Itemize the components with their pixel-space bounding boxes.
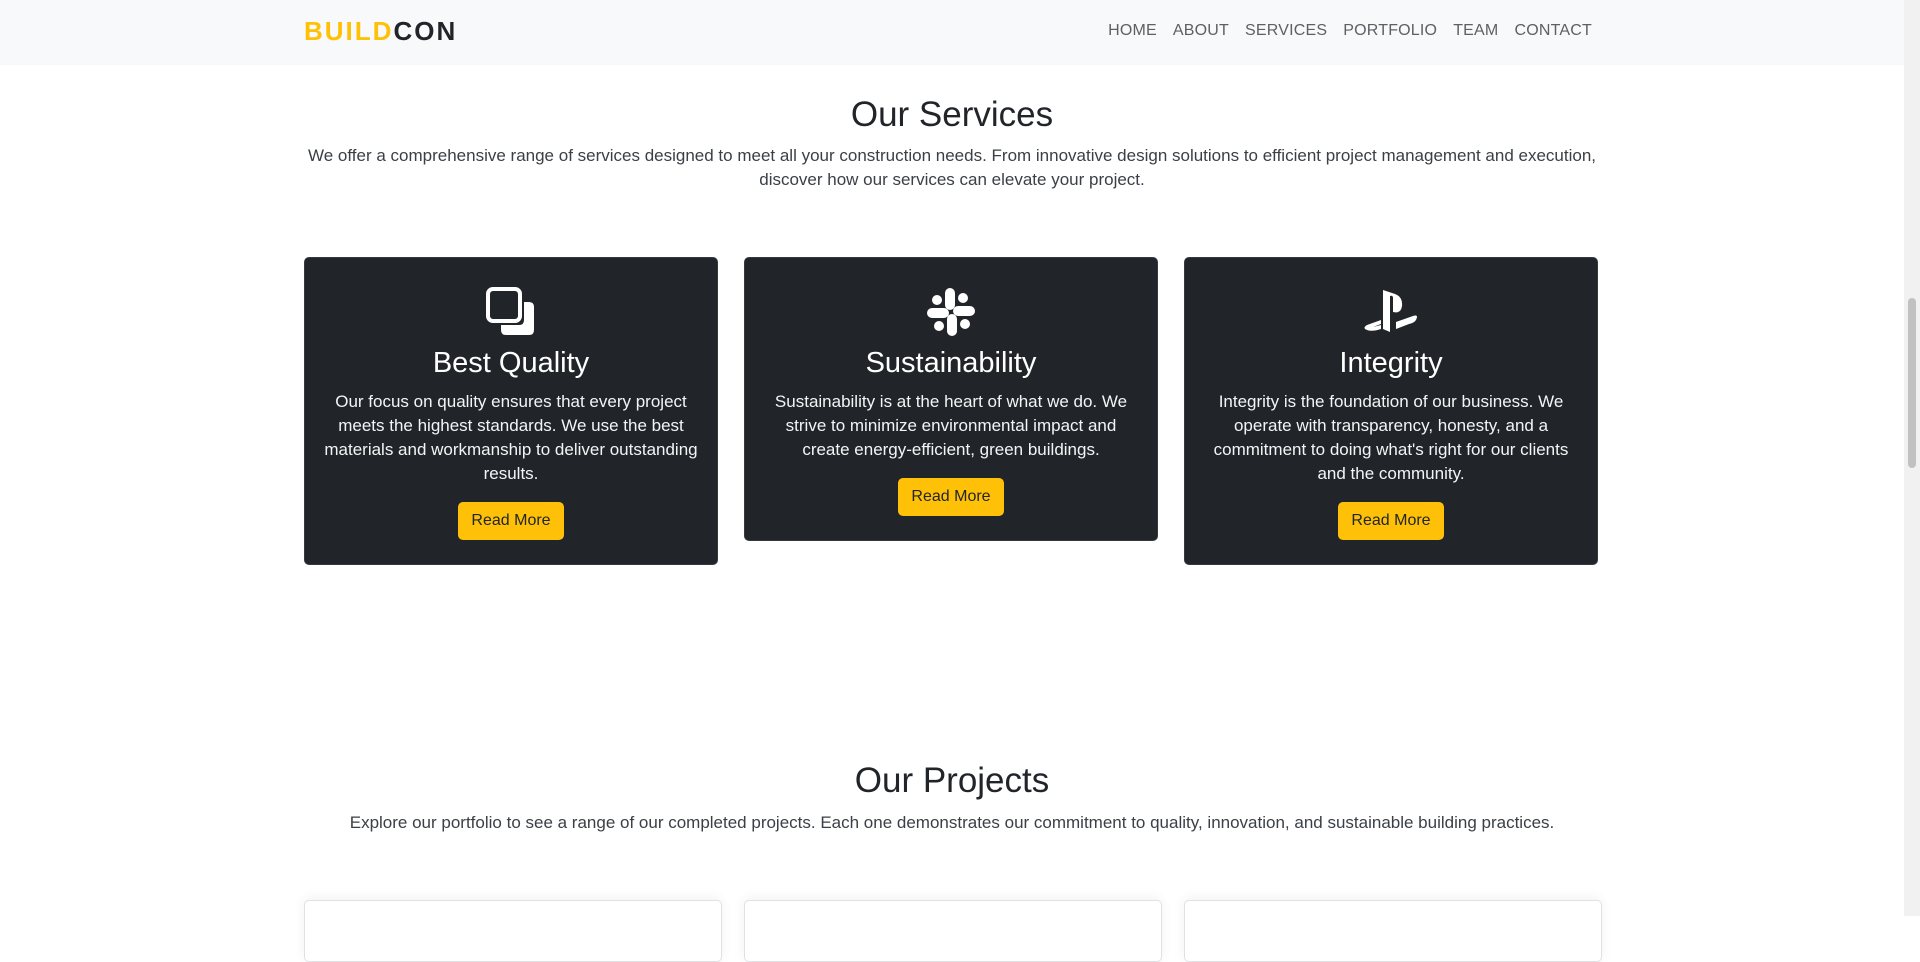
service-card-text: Integrity is the foundation of our busin… [1213,392,1569,483]
scrollbar-thumb[interactable] [1908,298,1916,468]
nav-portfolio[interactable]: PORTFOLIO [1343,20,1437,42]
nav-services[interactable]: SERVICES [1245,20,1327,42]
services-title: Our Services [850,95,1054,134]
project-card[interactable] [304,900,722,962]
read-more-button[interactable]: Read More [1338,502,1444,540]
service-card-sustainability: Sustainability Sustainability is at the … [744,257,1158,541]
read-more-button[interactable]: Read More [898,478,1004,516]
playstation-icon [1203,284,1579,340]
service-card-text: Sustainability is at the heart of what w… [774,392,1128,459]
service-card-title: Integrity [1339,347,1443,379]
read-more-button[interactable]: Read More [458,502,564,540]
nav-home[interactable]: HOME [1108,20,1157,42]
nav-team[interactable]: TEAM [1453,20,1498,42]
nav-about[interactable]: ABOUT [1173,20,1229,42]
main-nav: HOME ABOUT SERVICES PORTFOLIO TEAM CONTA… [1108,20,1592,42]
service-card-integrity: Integrity Integrity is the foundation of… [1184,257,1598,565]
slack-icon [763,284,1139,340]
scrollbar[interactable] [1904,0,1920,916]
projects-subtitle: Explore our portfolio to see a range of … [349,813,1555,832]
service-card-text: Our focus on quality ensures that every … [324,392,698,483]
brand-part-1: BUILD [304,16,394,46]
project-card[interactable] [1184,900,1602,962]
projects-title: Our Projects [854,761,1050,800]
service-card-title: Sustainability [865,347,1037,379]
nav-contact[interactable]: CONTACT [1514,20,1592,42]
copy-icon [323,284,699,340]
service-card-title: Best Quality [432,347,590,379]
brand-logo[interactable]: BUILDCON [304,14,457,48]
services-subtitle: We offer a comprehensive range of servic… [308,146,1596,189]
navbar: BUILDCON HOME ABOUT SERVICES PORTFOLIO T… [0,0,1904,64]
service-card-quality: Best Quality Our focus on quality ensure… [304,257,718,565]
project-card[interactable] [744,900,1162,962]
brand-part-2: CON [393,16,458,46]
